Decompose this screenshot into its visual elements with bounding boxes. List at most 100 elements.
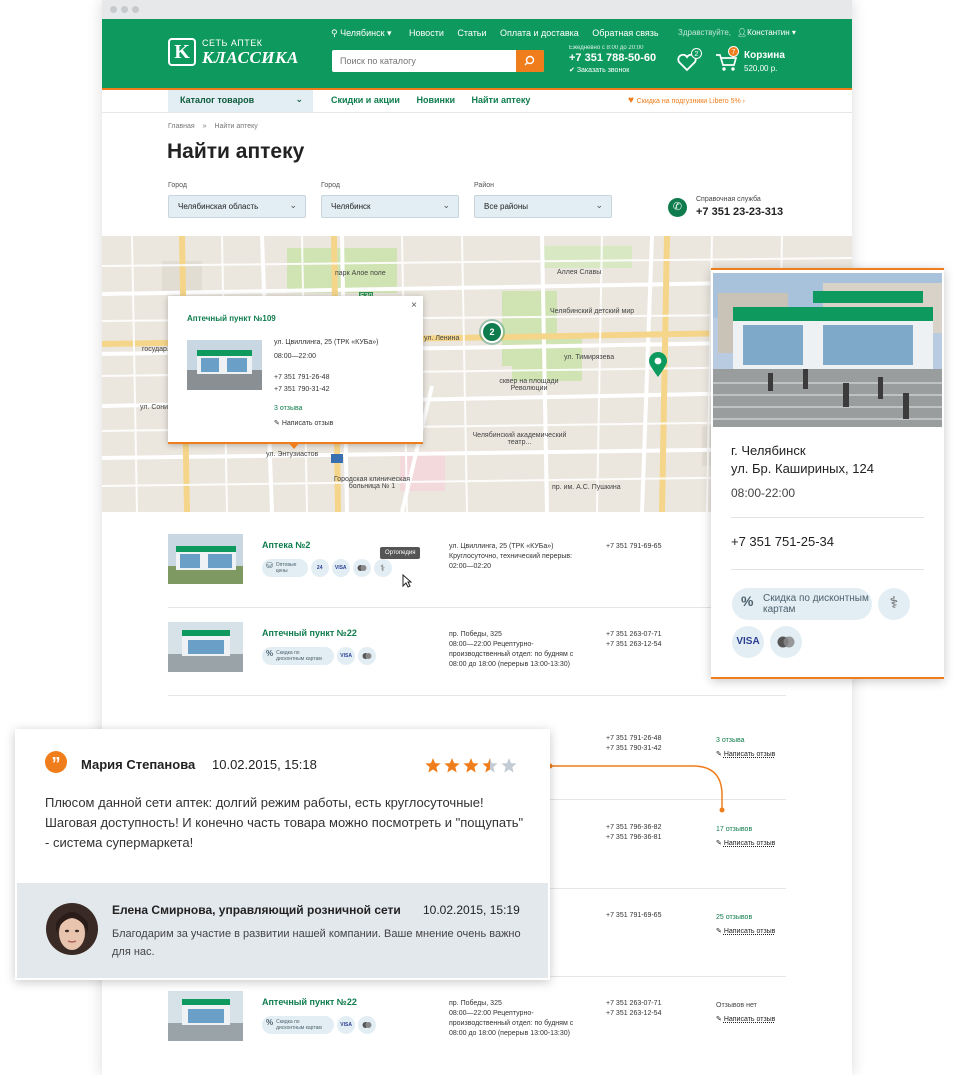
cart-button[interactable]: 7 [715, 46, 739, 72]
phone-number[interactable]: +7 351 263-12-54 [606, 640, 661, 650]
popup-write-review[interactable]: ✎ Написать отзыв [274, 419, 333, 427]
write-review-label: Написать отзыв [723, 1016, 776, 1023]
reviews-link[interactable]: 17 отзывов [716, 823, 775, 837]
user-menu[interactable]: Константин [747, 28, 790, 37]
user-greeting: Здравствуйте, 👤︎Константин ▾ [678, 28, 796, 37]
filter-district-label: Район [474, 182, 494, 189]
pharmacy-name[interactable]: Аптечный пункт №22 [262, 997, 357, 1007]
24h-icon[interactable]: 24 [310, 559, 329, 577]
filter-city-select[interactable]: Челябинск ⌄ [321, 195, 459, 218]
catalog-dropdown[interactable]: Каталог товаров ⌄ [168, 90, 313, 112]
phone-number[interactable]: +7 351 796-36-81 [606, 833, 661, 843]
card-hours: 08:00-22:00 [731, 486, 796, 500]
logo-line1: СЕТЬ АПТЕК [202, 38, 263, 48]
write-review-link[interactable]: ✎ Написать отзыв [716, 925, 775, 939]
map-label: Челябинский детский мир [550, 308, 635, 315]
phone-number[interactable]: +7 351 263-07-71 [606, 630, 661, 640]
write-review-link[interactable]: ✎ Написать отзыв [716, 837, 775, 851]
promo-link[interactable]: ♥ Скидка на подгузники Libero 5% › [628, 95, 745, 106]
search-button[interactable] [516, 50, 544, 72]
cart-summary[interactable]: Корзина 520,00 р. [744, 50, 785, 73]
phone-number[interactable]: +7 351 263-07-71 [606, 999, 661, 1009]
callback-link[interactable]: ✔ Заказать звонок [569, 66, 656, 74]
search-input[interactable] [332, 50, 512, 72]
write-review-label: Написать отзыв [723, 840, 776, 847]
logo[interactable]: K СЕТЬ АПТЕК КЛАССИКА [168, 37, 308, 69]
mastercard-icon[interactable] [770, 626, 802, 658]
reviews-link[interactable]: 3 отзыва [716, 734, 775, 748]
nav-payment-delivery[interactable]: Оплата и доставка [500, 28, 579, 38]
visa-icon[interactable]: VISA [331, 559, 350, 577]
pencil-icon: ✎ [716, 751, 724, 758]
chevron-down-icon: ⌄ [442, 200, 450, 210]
help-phone[interactable]: +7 351 23-23-313 [696, 206, 783, 218]
popup-phone[interactable]: +7 351 791-26-48 [274, 374, 329, 381]
city-selector[interactable]: ⚲ Челябинск ▾ [331, 28, 392, 39]
discount-badge[interactable]: % Скидка по дисконтным картам [732, 588, 872, 620]
pharmacy-name[interactable]: Аптечный пункт №22 [262, 628, 357, 638]
window-dot[interactable] [132, 6, 139, 13]
nav-discounts[interactable]: Скидки и акции [331, 95, 400, 105]
filter-district-select[interactable]: Все районы ⌄ [474, 195, 612, 218]
phone-number[interactable]: +7 351 791-69-65 [606, 911, 661, 921]
percent-icon: % [741, 593, 754, 609]
visa-icon[interactable]: VISA [337, 1016, 356, 1034]
phone-number[interactable]: +7 351 790-31-42 [606, 744, 661, 754]
breadcrumb: Главная » Найти аптеку [168, 123, 258, 130]
coins-icon: ⛁ [266, 561, 273, 570]
header-phone[interactable]: +7 351 788-50-60 [569, 52, 656, 64]
phone-number[interactable]: +7 351 263-12-54 [606, 1009, 661, 1019]
nav-find-pharmacy[interactable]: Найти аптеку [472, 95, 531, 105]
popup-title[interactable]: Аптечный пункт №109 [187, 314, 276, 323]
map-cluster[interactable]: 2 [481, 321, 503, 343]
orthopedics-icon[interactable]: ⚕ [878, 588, 910, 620]
window-dot[interactable] [110, 6, 117, 13]
cart-sum: 520,00 р. [744, 64, 778, 73]
phone-number[interactable]: +7 351 791-26-48 [606, 734, 661, 744]
close-icon[interactable]: × [411, 300, 417, 311]
mastercard-icon[interactable] [358, 647, 377, 665]
map-label: ул. Ленина [424, 335, 460, 342]
reviews-link[interactable]: 25 отзывов [716, 911, 775, 925]
window-dot[interactable] [121, 6, 128, 13]
card-phone[interactable]: +7 351 751-25-34 [731, 534, 834, 549]
map-pin-icon[interactable] [648, 352, 668, 378]
nav-feedback[interactable]: Обратная связь [592, 28, 658, 38]
mastercard-icon[interactable] [358, 1016, 377, 1034]
chevron-right-icon: › [740, 98, 745, 105]
browser-chrome [102, 0, 852, 19]
pharmacy-phones: +7 351 263-07-71 +7 351 263-12-54 [606, 630, 661, 650]
reviews-block: 3 отзыва ✎ Написать отзыв [716, 734, 775, 762]
pencil-icon: ✎ [716, 1016, 724, 1023]
nav-articles[interactable]: Статьи [457, 28, 486, 38]
write-review-link[interactable]: ✎ Написать отзыв [716, 1013, 775, 1027]
filter-city-value: Челябинск [331, 202, 371, 211]
filter-region-select[interactable]: Челябинская область ⌄ [168, 195, 306, 218]
nav-new[interactable]: Новинки [416, 95, 455, 105]
favorites-button[interactable]: 2 [676, 48, 702, 73]
visa-icon[interactable]: VISA [337, 647, 356, 665]
nav-news[interactable]: Новости [409, 28, 444, 38]
phone-number[interactable]: +7 351 791-69-65 [606, 542, 661, 552]
discount-badge[interactable]: % Скидка по дисконтным картам [262, 1016, 335, 1034]
pharmacy-name[interactable]: Аптека №2 [262, 540, 310, 550]
pharmacy-thumb[interactable] [168, 991, 243, 1041]
mastercard-icon[interactable] [352, 559, 371, 577]
discount-badge[interactable]: % Скидка по дисконтным картам [262, 647, 335, 665]
breadcrumb-home[interactable]: Главная [168, 123, 195, 130]
pharmacy-thumb[interactable] [168, 534, 243, 584]
popup-reviews-link[interactable]: 3 отзыва [274, 405, 303, 412]
map-label: ул. Энтузиастов [266, 451, 319, 458]
phone-number[interactable]: +7 351 796-36-82 [606, 823, 661, 833]
wholesale-badge[interactable]: ⛁ Оптовые цены [262, 559, 308, 577]
pharmacy-address: ул. Цвиллинга, 25 (ТРК «КУБа») Круглосуто… [449, 542, 584, 572]
orthopedics-icon[interactable]: ⚕ [373, 559, 392, 577]
pharmacy-thumb[interactable] [168, 622, 243, 672]
review-reply: Елена Смирнова, управляющий розничной се… [17, 883, 548, 978]
tooltip: Ортопедия [380, 547, 421, 559]
star-icon [444, 758, 460, 773]
visa-icon[interactable]: VISA [732, 626, 764, 658]
badge-label: Скидка по дисконтным картам [276, 1019, 322, 1031]
write-review-link[interactable]: ✎ Написать отзыв [716, 748, 775, 762]
popup-phone[interactable]: +7 351 790-31-42 [274, 386, 329, 393]
